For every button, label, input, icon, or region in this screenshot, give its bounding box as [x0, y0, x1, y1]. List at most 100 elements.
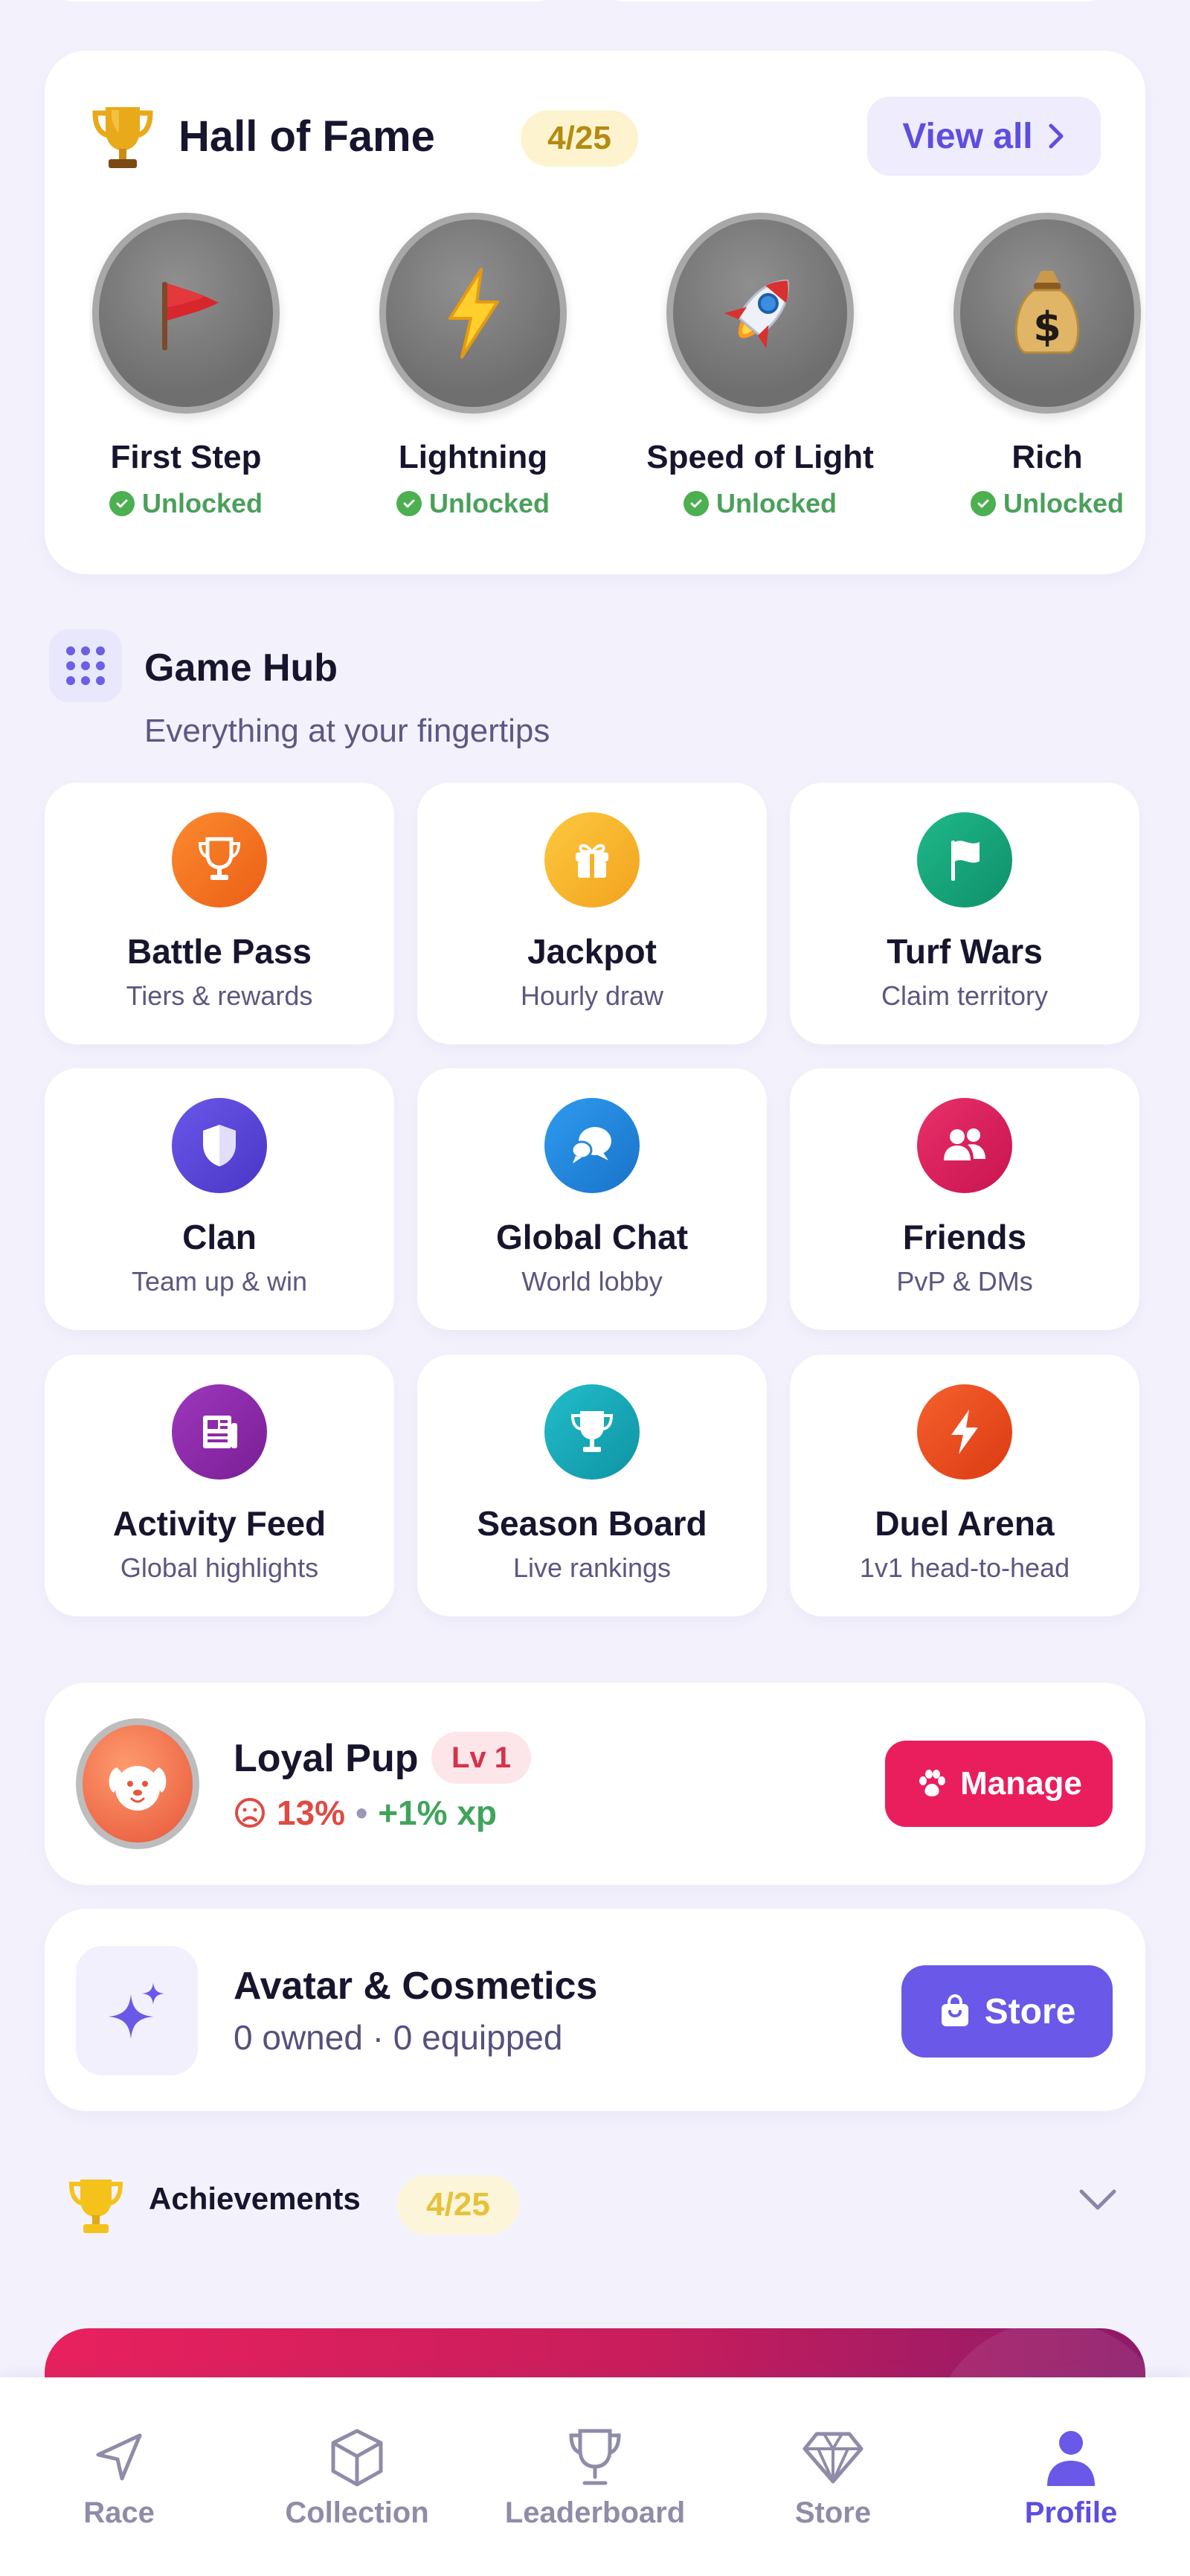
shopping-bag-icon	[941, 1994, 968, 2026]
tile-title: Turf Wars	[887, 932, 1043, 971]
store-button[interactable]: Store	[901, 1965, 1113, 2058]
hall-of-fame-card: Hall of Fame 4/25 View all First Step Un…	[45, 51, 1145, 574]
tile-title: Global Chat	[495, 1218, 689, 1256]
tile-subtitle: World lobby	[521, 1266, 663, 1297]
game-hub-title: Game Hub	[144, 646, 338, 690]
view-all-label: View all	[902, 116, 1033, 156]
tile-subtitle: Team up & win	[131, 1266, 308, 1297]
hall-of-fame-item-name: Rich	[1012, 439, 1083, 475]
manage-label: Manage	[960, 1765, 1082, 1802]
status-label: Unlocked	[1003, 488, 1125, 518]
tile-subtitle: Global highlights	[120, 1552, 319, 1583]
previous-card-left	[45, 0, 565, 1]
navigation-arrow-icon	[0, 2422, 238, 2493]
pet-stats: 13% • +1% xp	[234, 1793, 497, 1833]
nav-label: Profile	[1024, 2496, 1118, 2529]
grid-icon	[49, 629, 122, 702]
hall-of-fame-item-status: Unlocked	[89, 488, 327, 519]
avatar-cosmetics-subtitle: 0 owned · 0 equipped	[234, 2018, 563, 2057]
tile-title: Battle Pass	[126, 932, 312, 971]
pet-xp-value: +1% xp	[378, 1793, 497, 1832]
shield-icon	[172, 1098, 267, 1193]
nav-label: Store	[794, 2496, 872, 2529]
sad-face-icon	[235, 1798, 265, 1828]
pet-name: Loyal Pup	[234, 1737, 419, 1780]
chat-icon	[544, 1098, 640, 1193]
achievements-trophy-icon	[67, 2175, 125, 2241]
store-label: Store	[984, 1991, 1076, 2031]
tile-title: Season Board	[477, 1504, 707, 1543]
flag-medal-icon	[92, 213, 280, 414]
hall-of-fame-item-first-step[interactable]: First Step Unlocked	[89, 213, 327, 519]
rocket-medal-icon	[666, 213, 854, 414]
cube-icon	[238, 2422, 476, 2493]
hall-of-fame-count-badge: 4/25	[521, 110, 638, 167]
money-bag-medal-icon: $	[953, 213, 1141, 414]
hall-of-fame-item-lightning[interactable]: Lightning Unlocked	[332, 213, 614, 519]
bolt-icon	[917, 1384, 1012, 1480]
tile-title: Clan	[182, 1218, 257, 1256]
tile-subtitle: PvP & DMs	[896, 1266, 1033, 1297]
avatar-cosmetics-title: Avatar & Cosmetics	[234, 1965, 598, 2008]
chevron-right-icon	[1049, 123, 1064, 149]
tile-subtitle: Hourly draw	[520, 980, 664, 1011]
status-label: Unlocked	[428, 488, 550, 518]
tile-battle-pass[interactable]: Battle Pass Tiers & rewards	[45, 783, 394, 1044]
pet-level-badge: Lv 1	[431, 1732, 531, 1784]
hall-of-fame-item-status: Unlocked	[619, 488, 901, 519]
status-label: Unlocked	[141, 488, 263, 518]
nav-item-race[interactable]: Race	[0, 2377, 238, 2576]
hall-of-fame-item-speed-of-light[interactable]: Speed of Light Unlocked	[619, 213, 901, 519]
tile-title: Duel Arena	[875, 1504, 1055, 1543]
tile-global-chat[interactable]: Global Chat World lobby	[417, 1068, 767, 1330]
pet-mood-value: 13%	[277, 1793, 346, 1832]
hall-of-fame-item-status: Unlocked	[332, 488, 614, 519]
flag-icon	[917, 812, 1012, 908]
pet-card: Loyal Pup Lv 1 13% • +1% xp Manage	[45, 1683, 1145, 1885]
status-label: Unlocked	[715, 488, 837, 518]
bottom-navigation: Race Collection Leaderboard Store Profil…	[0, 2377, 1190, 2576]
dog-avatar-icon	[76, 1718, 199, 1849]
tile-season-board[interactable]: Season Board Live rankings	[417, 1355, 767, 1616]
manage-pet-button[interactable]: Manage	[885, 1741, 1113, 1827]
trophy-icon	[172, 812, 267, 908]
tile-friends[interactable]: Friends PvP & DMs	[790, 1068, 1139, 1330]
lightning-medal-icon	[379, 213, 567, 414]
view-all-button[interactable]: View all	[867, 97, 1101, 176]
tile-jackpot[interactable]: Jackpot Hourly draw	[417, 783, 767, 1044]
hall-of-fame-carousel[interactable]: First Step Unlocked Lightning Unlocked S…	[89, 213, 1145, 555]
profile-screen: Hall of Fame 4/25 View all First Step Un…	[0, 0, 1190, 2576]
hall-of-fame-item-status: Unlocked	[906, 488, 1145, 519]
hall-of-fame-item-rich[interactable]: $ Rich Unlocked	[906, 213, 1145, 519]
chevron-down-icon[interactable]	[1077, 2187, 1119, 2216]
tile-subtitle: 1v1 head-to-head	[859, 1552, 1070, 1583]
achievements-count-badge: 4/25	[397, 2175, 519, 2235]
hall-of-fame-item-name: Lightning	[398, 439, 548, 475]
tile-clan[interactable]: Clan Team up & win	[45, 1068, 394, 1330]
tile-duel-arena[interactable]: Duel Arena 1v1 head-to-head	[790, 1355, 1139, 1616]
hall-of-fame-title: Hall of Fame	[178, 112, 435, 161]
users-icon	[917, 1098, 1012, 1193]
person-icon	[952, 2422, 1190, 2493]
check-circle-icon	[970, 491, 996, 516]
nav-item-collection[interactable]: Collection	[238, 2377, 476, 2576]
tile-activity-feed[interactable]: Activity Feed Global highlights	[45, 1355, 394, 1616]
nav-item-leaderboard[interactable]: Leaderboard	[476, 2377, 714, 2576]
tile-turf-wars[interactable]: Turf Wars Claim territory	[790, 783, 1139, 1044]
sparkles-icon	[76, 1946, 198, 2075]
avatar-cosmetics-card: Avatar & Cosmetics 0 owned · 0 equipped …	[45, 1909, 1145, 2111]
nav-item-store[interactable]: Store	[714, 2377, 952, 2576]
trophy-icon	[476, 2422, 714, 2493]
tile-title: Jackpot	[527, 932, 657, 971]
check-circle-icon	[683, 491, 709, 516]
paw-icon	[919, 1770, 946, 1796]
nav-label: Leaderboard	[504, 2496, 686, 2529]
previous-card-right	[595, 0, 1116, 1]
trophy-icon	[89, 103, 156, 178]
tile-subtitle: Claim territory	[881, 980, 1048, 1011]
separator-dot: •	[356, 1793, 368, 1832]
nav-item-profile[interactable]: Profile	[952, 2377, 1190, 2576]
hall-of-fame-item-name: Speed of Light	[646, 439, 874, 475]
achievements-title: Achievements	[149, 2181, 361, 2216]
trophy-icon	[544, 1384, 640, 1480]
